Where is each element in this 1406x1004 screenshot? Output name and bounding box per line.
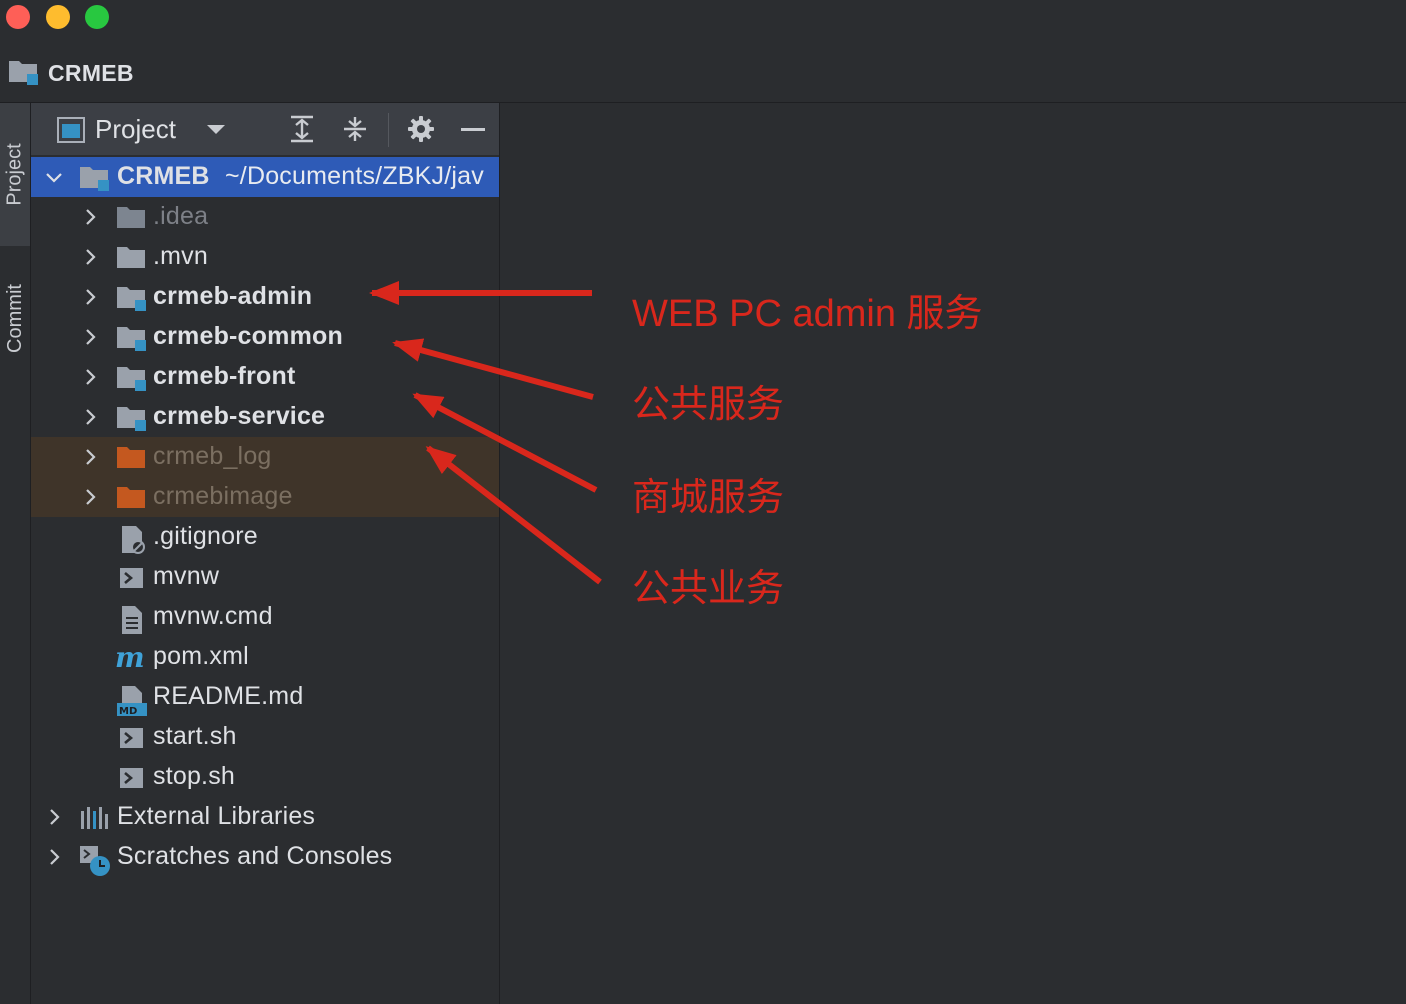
markdown-file-icon: MD (117, 686, 147, 717)
shell-script-icon (120, 768, 143, 788)
excluded-folder-icon (117, 447, 145, 468)
chevron-right-icon[interactable] (80, 487, 100, 507)
chevron-right-icon[interactable] (80, 287, 100, 307)
chevron-right-icon[interactable] (80, 327, 100, 347)
tree-item-start-sh[interactable]: start.sh (31, 717, 499, 757)
tree-item-scratches-and-consoles[interactable]: Scratches and Consoles (31, 837, 499, 877)
tree-item-readme-md[interactable]: MD README.md (31, 677, 499, 717)
module-folder-icon (117, 287, 146, 311)
chevron-right-icon[interactable] (44, 847, 64, 867)
module-folder-icon (80, 167, 109, 191)
svg-text:m: m (115, 645, 145, 671)
shell-script-icon (120, 568, 143, 588)
tree-item-label: pom.xml (153, 642, 249, 670)
annotation-label: 公共服务 (632, 384, 785, 426)
tree-item-label: mvnw.cmd (153, 602, 273, 630)
annotation-label: 商城服务 (632, 477, 785, 519)
tool-window-stripe: Project Commit (0, 103, 31, 1004)
module-folder-icon (117, 327, 146, 351)
tree-item-crmeb-front[interactable]: crmeb-front (31, 357, 499, 397)
tree-item-stop-sh[interactable]: stop.sh (31, 757, 499, 797)
project-breadcrumb[interactable]: CRMEB (8, 58, 134, 88)
project-view-icon (57, 117, 85, 143)
title-bar: CRMEB (0, 0, 1406, 103)
tree-item-label: start.sh (153, 722, 237, 750)
tree-item-label: crmeb-common (153, 322, 343, 350)
tree-item-crmebimage[interactable]: crmebimage (31, 477, 499, 517)
module-folder-icon (117, 367, 146, 391)
chevron-right-icon[interactable] (80, 447, 100, 467)
tree-item-gitignore[interactable]: .gitignore (31, 517, 499, 557)
annotation-label: 公共业务 (632, 568, 785, 610)
tree-root-crmeb[interactable]: CRMEB ~/Documents/ZBKJ/jav (31, 157, 499, 197)
tree-item-crmeb-common[interactable]: crmeb-common (31, 317, 499, 357)
tree-item-pom-xml[interactable]: m pom.xml (31, 637, 499, 677)
minimize-window-button[interactable] (46, 5, 70, 29)
tree-item-label: .idea (153, 202, 209, 230)
minimize-icon[interactable] (459, 115, 487, 143)
tree-item-label: crmeb_log (153, 442, 272, 470)
tree-item-crmeb-service[interactable]: crmeb-service (31, 397, 499, 437)
tree-item-mvnw-cmd[interactable]: mvnw.cmd (31, 597, 499, 637)
tree-item-label: crmeb-service (153, 402, 326, 430)
tree-item-label: README.md (153, 682, 304, 710)
text-file-icon (122, 606, 142, 634)
editor-area (500, 103, 1406, 1004)
tab-project[interactable]: Project (0, 103, 30, 246)
tree-item-label: crmeb-front (153, 362, 296, 390)
excluded-folder-icon (117, 487, 145, 508)
tree-item-label: crmebimage (153, 482, 293, 510)
module-folder-icon (117, 407, 146, 431)
tree-item-mvn[interactable]: .mvn (31, 237, 499, 277)
tree-item-idea[interactable]: .idea (31, 197, 499, 237)
collapse-all-icon[interactable] (341, 115, 369, 143)
tree-item-label: .mvn (153, 242, 208, 270)
panel-title[interactable]: Project (95, 114, 176, 145)
tree-item-label: mvnw (153, 562, 220, 590)
chevron-down-icon[interactable] (205, 122, 227, 138)
maven-icon: m (115, 645, 145, 671)
tree-item-mvnw[interactable]: mvnw (31, 557, 499, 597)
library-icon (81, 807, 108, 829)
chevron-right-icon[interactable] (80, 407, 100, 427)
tree-item-label: .gitignore (153, 522, 258, 550)
folder-icon (117, 247, 145, 268)
tab-project-label: Project (3, 143, 26, 206)
expand-all-icon[interactable] (288, 115, 316, 143)
gear-icon[interactable] (407, 115, 435, 143)
close-window-button[interactable] (6, 5, 30, 29)
ignore-file-icon (122, 526, 145, 554)
project-panel: Project CRMEB ~/Documents/ZBKJ/jav .idea… (31, 103, 500, 1004)
tree-item-label: Scratches and Consoles (117, 842, 393, 870)
tab-commit[interactable]: Commit (0, 258, 30, 378)
root-module-name: CRMEB (117, 162, 210, 190)
tree-item-label: crmeb-admin (153, 282, 313, 310)
folder-icon (117, 207, 145, 228)
tab-commit-label: Commit (3, 283, 26, 353)
panel-header: Project (31, 103, 499, 155)
tree-item-label: External Libraries (117, 802, 316, 830)
chevron-right-icon[interactable] (80, 207, 100, 227)
scratches-icon (80, 846, 110, 876)
tree-item-crmeb-admin[interactable]: crmeb-admin (31, 277, 499, 317)
header-divider (388, 113, 389, 147)
module-folder-icon (9, 61, 38, 85)
annotation-label: WEB PC admin 服务 (632, 293, 983, 335)
shell-script-icon (120, 728, 143, 748)
maximize-window-button[interactable] (85, 5, 109, 29)
chevron-right-icon[interactable] (44, 807, 64, 827)
tree-item-label: stop.sh (153, 762, 236, 790)
chevron-right-icon[interactable] (80, 247, 100, 267)
tree-item-crmeb-log[interactable]: crmeb_log (31, 437, 499, 477)
chevron-down-icon[interactable] (44, 167, 64, 187)
project-name: CRMEB (48, 59, 134, 86)
chevron-right-icon[interactable] (80, 367, 100, 387)
root-module-path: ~/Documents/ZBKJ/jav (225, 162, 484, 190)
tree-item-external-libraries[interactable]: External Libraries (31, 797, 499, 837)
svg-text:MD: MD (119, 706, 137, 717)
